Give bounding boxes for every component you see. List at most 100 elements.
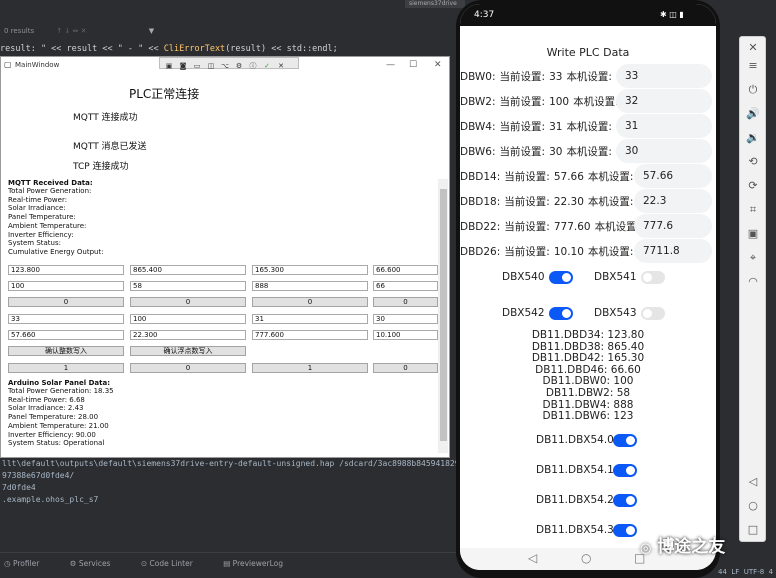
location-icon[interactable]: ⌖ bbox=[746, 251, 760, 265]
rotate-icon[interactable]: ⟲ bbox=[746, 155, 760, 169]
dbw-input[interactable]: 66 bbox=[373, 281, 438, 291]
volume-up-icon[interactable]: 🔊 bbox=[746, 107, 760, 121]
bit-toggle-switch[interactable] bbox=[613, 524, 637, 537]
dbd-input[interactable]: 66.600 bbox=[373, 265, 438, 275]
editor-tab[interactable]: siemens37drive bbox=[405, 0, 465, 8]
db11-readout: DB11.DBW6: 123 bbox=[542, 410, 634, 423]
debug-float-toolbar: ▣ ◙ ▭ ◫ ⌥ ⚙ ⓘ ✓ ✕ bbox=[159, 57, 299, 71]
layout-icon[interactable]: ◫ bbox=[206, 61, 216, 71]
code-linter-tab[interactable]: ⊙ Code Linter bbox=[141, 559, 207, 568]
bit-toggle-switch[interactable] bbox=[613, 434, 637, 447]
dbx-label: DBX542 bbox=[502, 307, 545, 319]
close-icon[interactable]: ✕ bbox=[276, 61, 286, 71]
status-indent[interactable]: 4 bbox=[769, 568, 773, 576]
float-write-input[interactable]: 777.600 bbox=[252, 330, 368, 340]
float-write-input[interactable]: 57.660 bbox=[8, 330, 124, 340]
info-icon[interactable]: ⓘ bbox=[248, 61, 258, 71]
window-title: MainWindow bbox=[15, 61, 60, 69]
minimize-icon[interactable]: — bbox=[386, 57, 395, 73]
int-write-input[interactable]: 31 bbox=[252, 314, 368, 324]
local-setting-input[interactable]: 777.6 bbox=[634, 214, 712, 238]
filter-icon[interactable]: ▼ bbox=[149, 27, 154, 35]
home-icon[interactable]: ○ bbox=[581, 551, 591, 565]
wifi-icon[interactable]: ◠ bbox=[746, 275, 760, 289]
status-bar: 4:37 ✱ ◫ ▮ bbox=[460, 4, 716, 26]
bit-button[interactable]: 1 bbox=[252, 363, 368, 373]
dbd-input[interactable]: 865.400 bbox=[130, 265, 246, 275]
tab-label: Code Linter bbox=[149, 559, 193, 568]
local-label: 本机设置: bbox=[566, 146, 612, 158]
menu-icon[interactable]: ≡ bbox=[746, 59, 760, 73]
bit-toggle-switch[interactable] bbox=[613, 494, 637, 507]
dbw-row-label: DBW2: 当前设置: 100 本机设置: bbox=[460, 94, 619, 109]
maximize-icon[interactable]: ☐ bbox=[409, 57, 417, 73]
power-icon[interactable]: ⏻ bbox=[746, 83, 760, 97]
local-setting-input[interactable]: 32 bbox=[616, 89, 712, 113]
preview-icon[interactable]: ▭ bbox=[192, 61, 202, 71]
recents-icon[interactable]: □ bbox=[746, 523, 760, 537]
dbd-input[interactable]: 123.800 bbox=[8, 265, 124, 275]
int-write-input[interactable]: 100 bbox=[130, 314, 246, 324]
local-setting-input[interactable]: 57.66 bbox=[634, 164, 712, 188]
emulator-toolbar: ✕ ≡ ⏻ 🔊 🔉 ⟲ ⟳ ⌗ ▣ ⌖ ◠ ◁ ○ □ bbox=[739, 36, 766, 542]
status-col: 44 bbox=[718, 568, 727, 576]
int-write-input[interactable]: 30 bbox=[373, 314, 438, 324]
code-text-end: (result) << std::endl; bbox=[225, 44, 338, 54]
dbd-input[interactable]: 165.300 bbox=[252, 265, 368, 275]
float-write-input[interactable]: 10.100 bbox=[373, 330, 438, 340]
bit-label: DB11.DBX54.3: bbox=[536, 524, 618, 536]
confirm-float-write-button[interactable]: 确认浮点数写入 bbox=[130, 346, 246, 356]
float-write-input[interactable]: 22.300 bbox=[130, 330, 246, 340]
dbw-input[interactable]: 100 bbox=[8, 281, 124, 291]
bit-button[interactable]: 0 bbox=[373, 363, 438, 373]
int-write-input[interactable]: 33 bbox=[8, 314, 124, 324]
dbx-toggle-switch[interactable] bbox=[549, 271, 573, 284]
bit-toggle-switch[interactable] bbox=[613, 464, 637, 477]
dbx-toggle-switch[interactable] bbox=[641, 307, 665, 320]
scrollbar-thumb[interactable] bbox=[440, 189, 447, 441]
local-setting-input[interactable]: 33 bbox=[616, 64, 712, 88]
tcp-status-label: TCP 连接成功 bbox=[73, 162, 129, 172]
local-setting-input[interactable]: 7711.8 bbox=[634, 239, 712, 263]
dbw-input[interactable]: 58 bbox=[130, 281, 246, 291]
dbx-toggle-switch[interactable] bbox=[549, 307, 573, 320]
settings-icon[interactable]: ⚙ bbox=[234, 61, 244, 71]
local-setting-input[interactable]: 31 bbox=[616, 114, 712, 138]
dbw-input[interactable]: 888 bbox=[252, 281, 368, 291]
crop-icon[interactable]: ⌗ bbox=[746, 203, 760, 217]
bit-button[interactable]: 0 bbox=[130, 297, 246, 307]
local-setting-input[interactable]: 22.3 bbox=[634, 189, 712, 213]
arduino-field: Inverter Efficiency: 90.00 bbox=[8, 430, 96, 439]
dbw-row-label: DBW0: 当前设置: 33 本机设置: bbox=[460, 69, 612, 84]
screenshot-icon[interactable]: ▣ bbox=[746, 227, 760, 241]
bit-button[interactable]: 0 bbox=[8, 297, 124, 307]
dbx-toggle-switch[interactable] bbox=[641, 271, 665, 284]
confirm-int-write-button[interactable]: 确认整数写入 bbox=[8, 346, 124, 356]
bit-button[interactable]: 1 bbox=[8, 363, 124, 373]
back-icon[interactable]: ◁ bbox=[528, 551, 537, 565]
bit-button[interactable]: 0 bbox=[130, 363, 246, 373]
local-label: 本机设置: bbox=[587, 196, 634, 208]
tree-icon[interactable]: ⌥ bbox=[220, 61, 230, 71]
check-icon[interactable]: ✓ bbox=[262, 61, 272, 71]
home-icon[interactable]: ○ bbox=[746, 499, 760, 513]
bit-button[interactable]: 0 bbox=[252, 297, 368, 307]
dbx-label: DBX543 bbox=[594, 307, 637, 319]
services-tab[interactable]: ⚙ Services bbox=[70, 559, 125, 568]
previewer-log-tab[interactable]: ▤ PreviewerLog bbox=[223, 559, 297, 568]
close-icon[interactable]: ✕ bbox=[746, 41, 760, 55]
volume-down-icon[interactable]: 🔉 bbox=[746, 131, 760, 145]
status-encoding[interactable]: UTF-8 bbox=[744, 568, 764, 576]
nav-arrows-icon[interactable]: ↑ ↓ ⇔ ✕ bbox=[56, 27, 86, 35]
back-icon[interactable]: ◁ bbox=[746, 475, 760, 489]
close-icon[interactable]: ✕ bbox=[434, 57, 442, 73]
local-setting-input[interactable]: 30 bbox=[616, 139, 712, 163]
profiler-tab[interactable]: ◷ Profiler bbox=[4, 559, 53, 568]
select-icon[interactable]: ▣ bbox=[164, 61, 174, 71]
vertical-scrollbar[interactable] bbox=[438, 179, 448, 453]
current-value: 10.10 bbox=[553, 246, 584, 258]
camera-icon[interactable]: ◙ bbox=[178, 61, 188, 71]
bit-button[interactable]: 0 bbox=[373, 297, 438, 307]
status-lf[interactable]: LF bbox=[731, 568, 739, 576]
rotate-right-icon[interactable]: ⟳ bbox=[746, 179, 760, 193]
